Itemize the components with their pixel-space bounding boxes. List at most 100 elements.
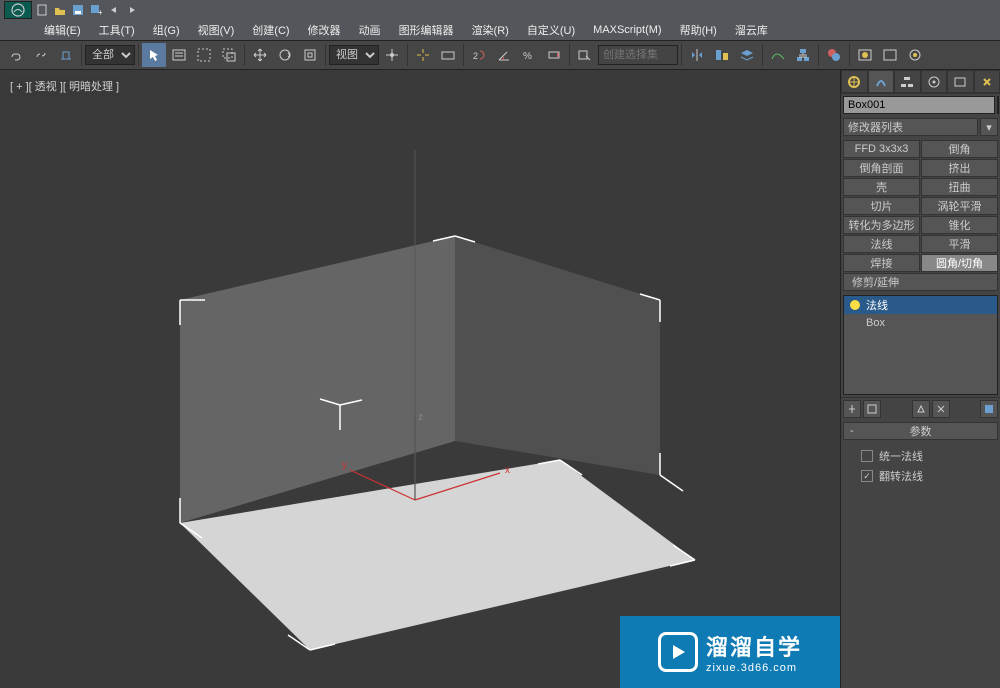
rotate-icon[interactable] bbox=[273, 43, 297, 67]
manipulate-icon[interactable] bbox=[411, 43, 435, 67]
menu-maxscript[interactable]: MAXScript(M) bbox=[585, 22, 669, 38]
modifier-stack[interactable]: 法线 Box bbox=[843, 295, 998, 395]
hierarchy-tab[interactable] bbox=[894, 70, 921, 93]
unlink-icon[interactable] bbox=[29, 43, 53, 67]
menu-liuyun[interactable]: 溜云库 bbox=[727, 20, 776, 40]
parameters-rollout-body: 统一法线 翻转法线 bbox=[841, 442, 1000, 490]
menubar: 编辑(E) 工具(T) 组(G) 视图(V) 创建(C) 修改器 动画 图形编辑… bbox=[0, 20, 1000, 40]
open-file-icon[interactable] bbox=[52, 2, 68, 18]
link-icon[interactable] bbox=[4, 43, 28, 67]
modifier-list-dropdown[interactable]: 修改器列表 bbox=[843, 118, 978, 136]
menu-render[interactable]: 渲染(R) bbox=[464, 20, 517, 40]
menu-tools[interactable]: 工具(T) bbox=[91, 20, 143, 40]
parameters-rollout-header[interactable]: - 参数 bbox=[843, 422, 998, 440]
layers-icon[interactable] bbox=[735, 43, 759, 67]
mod-normal[interactable]: 法线 bbox=[843, 235, 920, 253]
keyboard-icon[interactable] bbox=[436, 43, 460, 67]
scale-icon[interactable] bbox=[298, 43, 322, 67]
mod-ffd[interactable]: FFD 3x3x3 bbox=[843, 140, 920, 158]
bind-icon[interactable] bbox=[54, 43, 78, 67]
select-region-icon[interactable] bbox=[192, 43, 216, 67]
object-color-swatch[interactable] bbox=[997, 96, 999, 114]
mod-smooth[interactable]: 平滑 bbox=[921, 235, 998, 253]
menu-modifiers[interactable]: 修改器 bbox=[300, 20, 349, 40]
move-icon[interactable] bbox=[248, 43, 272, 67]
make-unique-icon[interactable] bbox=[912, 400, 930, 418]
show-end-icon[interactable] bbox=[863, 400, 881, 418]
menu-group[interactable]: 组(G) bbox=[145, 20, 188, 40]
schematic-icon[interactable] bbox=[791, 43, 815, 67]
mod-extrude[interactable]: 挤出 bbox=[921, 159, 998, 177]
remove-mod-icon[interactable] bbox=[932, 400, 950, 418]
mod-fillet[interactable]: 圆角/切角 bbox=[921, 254, 998, 272]
chevron-down-icon[interactable]: ▾ bbox=[980, 118, 998, 136]
snap-2d-icon[interactable]: 2 bbox=[467, 43, 491, 67]
new-file-icon[interactable] bbox=[34, 2, 50, 18]
modifier-button-set: FFD 3x3x3 倒角 倒角剖面 挤出 壳 扭曲 切片 涡轮平滑 转化为多边形… bbox=[841, 138, 1000, 293]
coord-system-select[interactable]: 视图 bbox=[329, 45, 379, 65]
menu-edit[interactable]: 编辑(E) bbox=[36, 20, 89, 40]
svg-text:+: + bbox=[98, 8, 102, 16]
menu-views[interactable]: 视图(V) bbox=[190, 20, 243, 40]
render-setup-icon[interactable] bbox=[853, 43, 877, 67]
undo-icon[interactable] bbox=[106, 2, 122, 18]
mod-trim-extend[interactable]: 修剪/延伸 bbox=[843, 273, 998, 291]
render-frame-icon[interactable] bbox=[878, 43, 902, 67]
align-icon[interactable] bbox=[710, 43, 734, 67]
select-name-icon[interactable] bbox=[167, 43, 191, 67]
snap-percent-icon[interactable]: % bbox=[517, 43, 541, 67]
mod-twist[interactable]: 扭曲 bbox=[921, 178, 998, 196]
mod-shell[interactable]: 壳 bbox=[843, 178, 920, 196]
window-crossing-icon[interactable] bbox=[217, 43, 241, 67]
modify-tab[interactable] bbox=[868, 70, 895, 93]
stack-item-label: Box bbox=[866, 317, 885, 329]
play-icon bbox=[658, 632, 698, 672]
pivot-icon[interactable] bbox=[380, 43, 404, 67]
stack-toolbar bbox=[841, 397, 1000, 420]
stack-item-label: 法线 bbox=[866, 297, 888, 313]
utilities-tab[interactable] bbox=[974, 70, 1000, 93]
mod-taper[interactable]: 锥化 bbox=[921, 216, 998, 234]
stack-item-normal[interactable]: 法线 bbox=[844, 296, 997, 314]
selection-filter-select[interactable]: 全部 bbox=[85, 45, 135, 65]
mod-bevel-profile[interactable]: 倒角剖面 bbox=[843, 159, 920, 177]
material-editor-icon[interactable] bbox=[822, 43, 846, 67]
menu-animation[interactable]: 动画 bbox=[351, 20, 389, 40]
mirror-icon[interactable] bbox=[685, 43, 709, 67]
unify-normals-checkbox[interactable] bbox=[861, 450, 873, 462]
save-plus-icon[interactable]: + bbox=[88, 2, 104, 18]
selection-set-input[interactable] bbox=[598, 45, 678, 65]
motion-tab[interactable] bbox=[921, 70, 948, 93]
pin-stack-icon[interactable] bbox=[843, 400, 861, 418]
mod-weld[interactable]: 焊接 bbox=[843, 254, 920, 272]
snap-angle-icon[interactable] bbox=[492, 43, 516, 67]
axis-z-label: z bbox=[418, 412, 423, 423]
menu-customize[interactable]: 自定义(U) bbox=[519, 20, 583, 40]
stack-item-box[interactable]: Box bbox=[844, 314, 997, 332]
object-name-input[interactable] bbox=[843, 96, 995, 114]
edit-selection-icon[interactable] bbox=[573, 43, 597, 67]
render-icon[interactable] bbox=[903, 43, 927, 67]
select-icon[interactable] bbox=[142, 43, 166, 67]
mod-slice[interactable]: 切片 bbox=[843, 197, 920, 215]
mod-chamfer[interactable]: 倒角 bbox=[921, 140, 998, 158]
mod-editpoly[interactable]: 转化为多边形 bbox=[843, 216, 920, 234]
bulb-icon[interactable] bbox=[850, 300, 860, 310]
flip-normals-label: 翻转法线 bbox=[879, 468, 923, 484]
spinner-snap-icon[interactable] bbox=[542, 43, 566, 67]
menu-help[interactable]: 帮助(H) bbox=[672, 20, 725, 40]
curve-editor-icon[interactable] bbox=[766, 43, 790, 67]
save-icon[interactable] bbox=[70, 2, 86, 18]
configure-sets-icon[interactable] bbox=[980, 400, 998, 418]
display-tab[interactable] bbox=[947, 70, 974, 93]
app-logo[interactable] bbox=[4, 1, 32, 19]
create-tab[interactable] bbox=[841, 70, 868, 93]
mod-turbosmooth[interactable]: 涡轮平滑 bbox=[921, 197, 998, 215]
rollout-title: 参数 bbox=[910, 423, 932, 439]
menu-create[interactable]: 创建(C) bbox=[244, 20, 297, 40]
main-toolbar: 全部 视图 2 % bbox=[0, 40, 1000, 70]
viewport[interactable]: [ + ][ 透视 ][ 明暗处理 ] bbox=[0, 70, 840, 688]
menu-graph[interactable]: 图形编辑器 bbox=[391, 20, 462, 40]
redo-icon[interactable] bbox=[124, 2, 140, 18]
flip-normals-checkbox[interactable] bbox=[861, 470, 873, 482]
